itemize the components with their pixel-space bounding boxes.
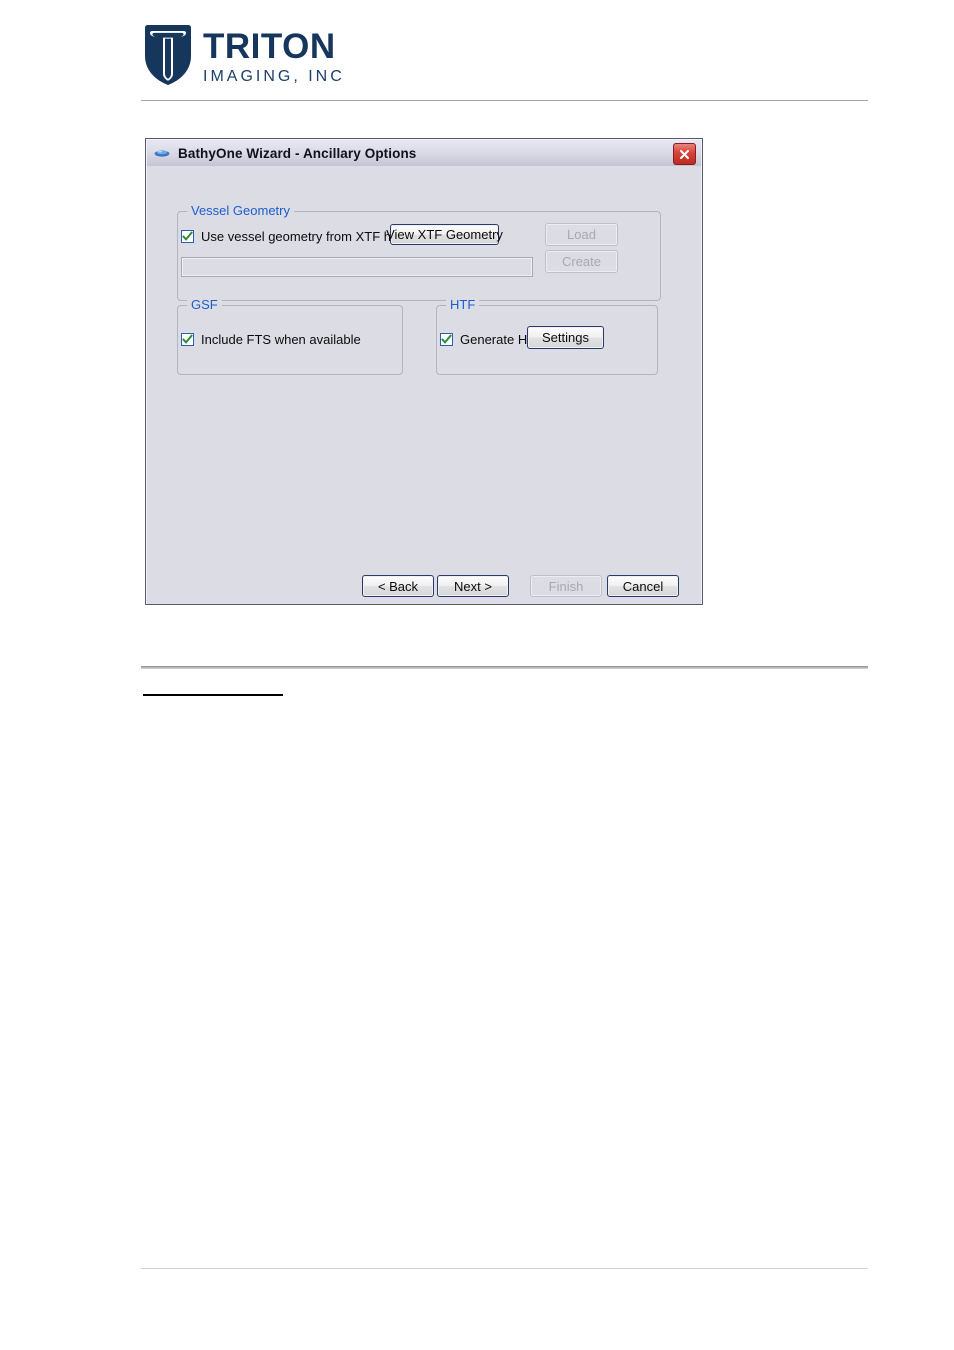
triton-shield-icon [145, 25, 191, 85]
cancel-button[interactable]: Cancel [607, 575, 679, 597]
body-divider-black [143, 694, 283, 696]
logo-subtitle: IMAGING, INC [203, 68, 345, 85]
dialog-titlebar[interactable]: BathyOne Wizard - Ancillary Options [147, 140, 701, 167]
bathyone-wave-icon [154, 150, 170, 157]
logo-title: TRITON [203, 27, 336, 66]
header-divider [141, 100, 868, 101]
next-button[interactable]: Next > [437, 575, 509, 597]
wizard-nav-bar: < Back Next > Finish Cancel [147, 166, 701, 604]
footer-divider [141, 1268, 868, 1269]
triton-logo: TRITON IMAGING, INC [143, 24, 345, 87]
close-button[interactable] [673, 143, 696, 165]
logo-wordmark: TRITON IMAGING, INC [203, 24, 345, 87]
dialog-body: Vessel Geometry Use vessel geometry from… [147, 166, 701, 604]
dialog-title: BathyOne Wizard - Ancillary Options [178, 145, 417, 161]
page-header: TRITON IMAGING, INC [0, 0, 954, 101]
body-divider-gray [141, 666, 868, 669]
bathyone-wizard-dialog: BathyOne Wizard - Ancillary Options Vess… [145, 138, 703, 605]
back-button[interactable]: < Back [362, 575, 434, 597]
close-icon [679, 149, 690, 159]
finish-button[interactable]: Finish [530, 575, 602, 597]
